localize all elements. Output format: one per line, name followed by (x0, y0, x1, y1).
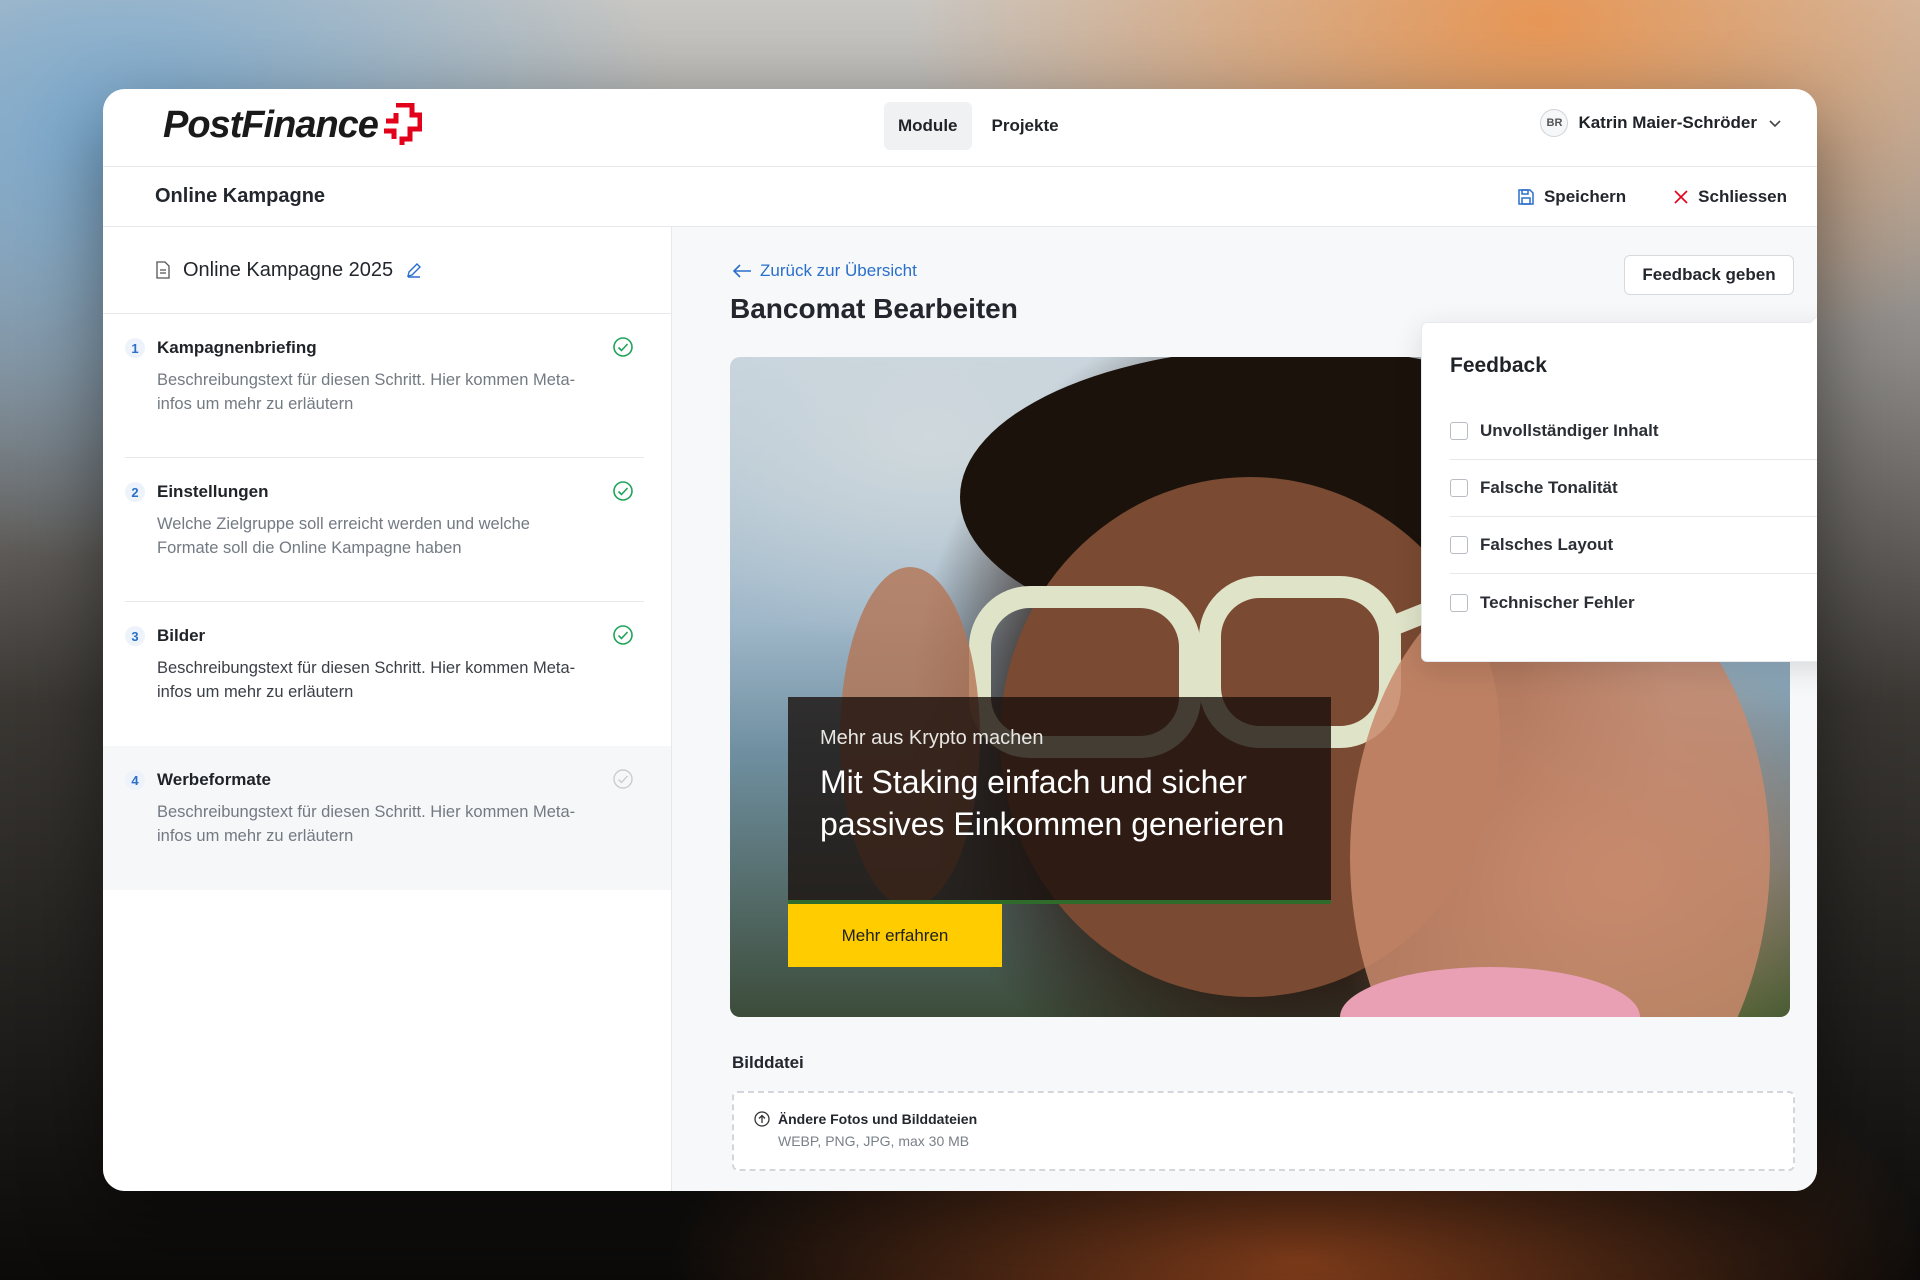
chevron-down-icon (1769, 120, 1781, 128)
checkbox[interactable] (1450, 422, 1468, 440)
back-link[interactable]: Zurück zur Übersicht (732, 261, 917, 281)
step-description: Beschreibungstext für diesen Schritt. Hi… (157, 659, 576, 701)
feedback-option-incomplete[interactable]: Unvollständiger Inhalt (1450, 403, 1817, 460)
option-label: Unvollständiger Inhalt (1480, 421, 1659, 440)
check-circle-icon (613, 337, 633, 357)
pending-check-icon (613, 769, 633, 789)
close-icon (1674, 190, 1688, 204)
main-content: Zurück zur Übersicht Bancomat Bearbeiten… (672, 227, 1817, 1191)
back-label: Zurück zur Übersicht (760, 261, 917, 280)
step-title: Einstellungen (157, 482, 269, 501)
user-menu[interactable]: BR Katrin Maier-Schröder (1540, 109, 1783, 137)
checkbox[interactable] (1450, 479, 1468, 497)
checkbox[interactable] (1450, 593, 1468, 612)
upload-icon (754, 1111, 770, 1127)
header-actions: Speichern Schliessen (1516, 181, 1787, 213)
feedback-title: Feedback (1450, 354, 1547, 377)
upload-label: Ändere Fotos und Bilddateien (778, 1111, 978, 1127)
steps-sidebar: Online Kampagne 2025 1 Kampagnenbriefing… (103, 227, 672, 1191)
postfinance-logo[interactable]: PostFinance (163, 103, 422, 147)
upload-row: Ändere Fotos und Bilddateien (754, 1111, 977, 1127)
ad-kicker: Mehr aus Krypto machen (820, 727, 1044, 749)
user-name: Katrin Maier-Schröder (1578, 113, 1757, 132)
nav-tab-module[interactable]: Module (884, 102, 972, 150)
close-label: Schliessen (1698, 187, 1787, 206)
step-description: Beschreibungstext für diesen Schritt. Hi… (157, 803, 576, 845)
feedback-option-layout[interactable]: Falsches Layout (1450, 517, 1817, 574)
feedback-popover: Feedback Unvollständiger Inhalt Falsche … (1421, 322, 1817, 662)
ad-headline: Mit Staking einfach und sicher passives … (820, 764, 1285, 842)
arrow-left-icon (732, 264, 751, 278)
step-number: 2 (125, 482, 145, 502)
option-label: Technischer Fehler (1480, 592, 1635, 612)
step-number: 1 (125, 338, 145, 358)
save-label: Speichern (1543, 187, 1627, 206)
step-number: 4 (125, 770, 145, 790)
logo-text: PostFinance (163, 103, 379, 146)
option-label: Falsche Tonalität (1480, 478, 1618, 497)
editor-title: Bancomat Bearbeiten (730, 293, 1018, 324)
edit-pencil-icon[interactable] (405, 261, 423, 279)
step-item-2[interactable]: 2 Einstellungen Welche Zielgruppe soll e… (103, 458, 671, 602)
check-circle-icon (613, 625, 633, 645)
step-description: Welche Zielgruppe soll erreicht werden u… (157, 515, 530, 557)
app-window: PostFinance Module Projekte BR Katrin Ma… (103, 89, 1817, 1191)
step-item-1[interactable]: 1 Kampagnenbriefing Beschreibungstext fü… (103, 314, 671, 458)
project-name: Online Kampagne 2025 (183, 258, 394, 281)
ad-text-overlay: Mehr aus Krypto machen Mit Staking einfa… (788, 697, 1331, 902)
upload-hint: WEBP, PNG, JPG, max 30 MB (778, 1133, 970, 1149)
feedback-option-tone[interactable]: Falsche Tonalität (1450, 460, 1817, 517)
save-button[interactable]: Speichern (1516, 181, 1626, 213)
image-upload-dropzone[interactable]: Ändere Fotos und Bilddateien WEBP, PNG, … (732, 1091, 1795, 1171)
step-item-4[interactable]: 4 Werbeformate Beschreibungstext für die… (103, 746, 671, 890)
save-icon (1518, 189, 1534, 205)
ad-cta-button[interactable]: Mehr erfahren (788, 904, 1002, 967)
check-circle-icon (613, 481, 633, 501)
step-item-3[interactable]: 3 Bilder Beschreibungstext für diesen Sc… (103, 602, 671, 746)
step-title: Bilder (157, 626, 206, 645)
checkbox[interactable] (1450, 536, 1468, 554)
step-description: Beschreibungstext für diesen Schritt. Hi… (157, 371, 576, 413)
step-title: Kampagnenbriefing (157, 338, 317, 357)
option-label: Falsches Layout (1480, 535, 1614, 554)
image-file-label: Bilddatei (732, 1053, 804, 1072)
avatar: BR (1540, 109, 1569, 137)
feedback-options: Unvollständiger Inhalt Falsche Tonalität… (1450, 403, 1817, 631)
swiss-cross-icon (383, 103, 422, 145)
project-header: Online Kampagne 2025 (103, 227, 671, 314)
close-button[interactable]: Schliessen (1672, 181, 1787, 213)
step-title: Werbeformate (157, 770, 271, 789)
top-navigation: PostFinance Module Projekte BR Katrin Ma… (103, 89, 1817, 167)
main-nav: Module Projekte (884, 102, 1073, 150)
feedback-option-technical[interactable]: Technischer Fehler (1450, 574, 1817, 631)
sub-header: Online Kampagne Speichern Schliessen (103, 167, 1817, 227)
nav-tab-projekte[interactable]: Projekte (978, 102, 1073, 150)
page-title: Online Kampagne (155, 185, 326, 207)
step-number: 3 (125, 626, 145, 646)
document-icon (156, 261, 170, 279)
feedback-button[interactable]: Feedback geben (1624, 255, 1794, 295)
